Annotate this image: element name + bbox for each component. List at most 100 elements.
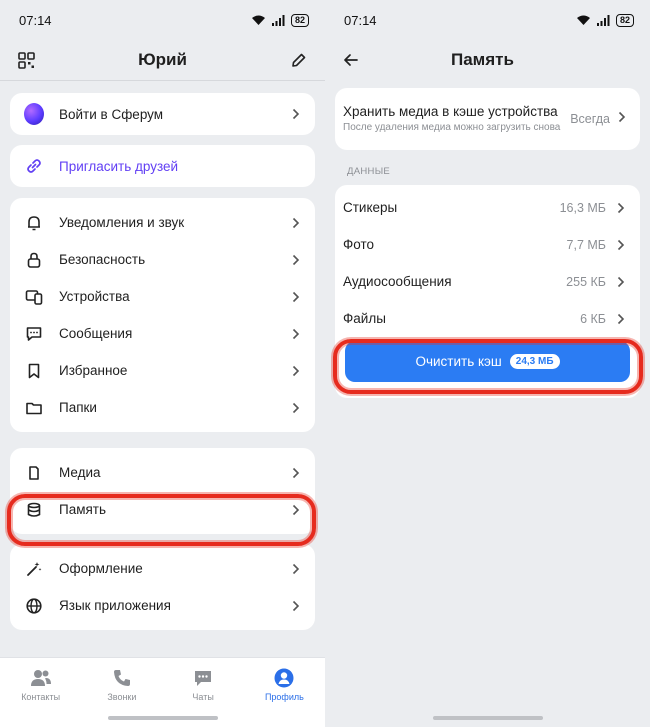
menu-item-appearance[interactable]: Оформление [10,550,315,587]
chevron-right-icon [616,201,626,215]
data-row-stickers[interactable]: Стикеры 16,3 МБ [335,189,640,226]
menu-item-label: Сообщения [59,326,133,341]
tab-label: Чаты [192,692,214,702]
magic-wand-icon [24,559,44,579]
contacts-icon [30,670,51,686]
page-title: Юрий [138,50,187,69]
chevron-right-icon [291,503,301,517]
battery-indicator: 82 [615,13,634,27]
chevron-right-icon [616,238,626,252]
wifi-icon [576,15,590,25]
data-row-label: Аудиосообщения [343,274,452,289]
globe-icon [24,596,44,616]
menu-item-label: Оформление [59,561,143,576]
storage-screen: 07:14 82 Память Хранить медиа в кэше уст… [325,0,650,727]
chevron-right-icon [291,216,301,230]
menu-item-security[interactable]: Безопасность [10,241,315,278]
data-row-value: 255 КБ [566,274,606,289]
status-bar: 07:14 82 [325,0,650,40]
chevron-right-icon [291,290,301,304]
sferum-login-item[interactable]: Войти в Сферум [10,93,315,135]
menu-item-label: Устройства [59,289,130,304]
menu-item-label: Безопасность [59,252,146,267]
phone-icon [113,670,130,686]
invite-friends-label: Пригласить друзей [59,158,179,174]
data-row-voice[interactable]: Аудиосообщения 255 КБ [335,263,640,300]
chevron-right-icon [291,599,301,613]
chevron-right-icon [291,562,301,576]
data-row-value: 16,3 МБ [559,200,606,215]
data-row-photos[interactable]: Фото 7,7 МБ [335,226,640,263]
storage-header: Память [325,40,650,80]
data-usage-card: Стикеры 16,3 МБ Фото 7,7 МБ Аудиосообщен… [335,185,640,398]
menu-item-favorites[interactable]: Избранное [10,352,315,389]
chevron-right-icon [616,312,626,326]
sferum-login-label: Войти в Сферум [59,106,164,122]
section-caption: ДАННЫЕ [347,166,391,177]
cache-setting-subtitle: После удаления медиа можно загрузить сно… [343,122,561,133]
chevron-right-icon [291,107,301,121]
clear-cache-label: Очистить кэш [415,354,502,369]
tab-profile[interactable]: Профиль [249,668,319,727]
invite-card[interactable]: Пригласить друзей [10,145,315,187]
signal-icon [271,14,285,26]
data-row-value: 7,7 МБ [566,237,606,252]
pencil-icon[interactable] [289,50,309,70]
chevron-right-icon [291,327,301,341]
home-indicator [107,716,218,720]
invite-friends-item[interactable]: Пригласить друзей [10,145,315,187]
menu-item-label: Язык приложения [59,598,171,613]
settings-group-appearance: Оформление Язык приложения [10,544,315,630]
tab-label: Контакты [21,692,61,702]
chevron-right-icon [291,401,301,415]
menu-item-label: Память [59,502,107,517]
cache-setting-value: Всегда [570,112,610,126]
menu-item-messages[interactable]: Сообщения [10,315,315,352]
menu-item-storage[interactable]: Память [10,491,315,528]
menu-item-label: Уведомления и звук [59,215,185,230]
header-divider [0,80,325,81]
data-row-label: Фото [343,237,375,252]
back-arrow-icon[interactable] [341,50,361,70]
qr-code-icon[interactable] [16,50,36,70]
cache-setting-title: Хранить медиа в кэше устройства [343,104,558,119]
data-row-label: Файлы [343,311,386,326]
profile-header: Юрий [0,40,325,80]
devices-icon [24,287,44,307]
sferum-card[interactable]: Войти в Сферум [10,93,315,135]
message-icon [24,324,44,344]
cache-setting-item[interactable]: Хранить медиа в кэше устройства После уд… [335,88,640,150]
menu-item-media[interactable]: Медиа [10,454,315,491]
chevron-right-icon [291,466,301,480]
storage-icon [24,500,44,520]
menu-item-label: Медиа [59,465,101,480]
menu-item-language[interactable]: Язык приложения [10,587,315,624]
profile-screen: 07:14 82 Юрий Войти в Сферум Пригласить … [0,0,325,727]
bookmark-icon [24,361,44,381]
chevron-right-icon [291,253,301,267]
profile-icon [274,668,294,688]
tab-label: Профиль [264,692,304,702]
chat-icon [195,671,212,686]
data-row-value: 6 КБ [580,311,606,326]
wifi-icon [251,15,265,25]
status-bar: 07:14 82 [0,0,325,40]
chevron-right-icon [616,275,626,289]
chevron-right-icon [618,110,626,128]
bottom-tab-bar: Контакты Звонки Чаты Профиль [0,657,325,727]
status-time: 07:14 [19,12,52,28]
home-indicator [432,716,543,720]
clear-cache-button[interactable]: Очистить кэш 24,3 МБ [345,341,630,382]
menu-item-notifications[interactable]: Уведомления и звук [10,204,315,241]
signal-icon [596,14,610,26]
tab-contacts[interactable]: Контакты [6,668,76,727]
menu-item-folders[interactable]: Папки [10,389,315,426]
folder-icon [24,398,44,418]
status-time: 07:14 [344,12,377,28]
settings-group-main: Уведомления и звук Безопасность Устройст… [10,198,315,432]
menu-item-devices[interactable]: Устройства [10,278,315,315]
link-icon [24,156,44,176]
settings-group-media: Медиа Память [10,448,315,534]
data-row-files[interactable]: Файлы 6 КБ [335,300,640,337]
page-title: Память [451,50,514,69]
